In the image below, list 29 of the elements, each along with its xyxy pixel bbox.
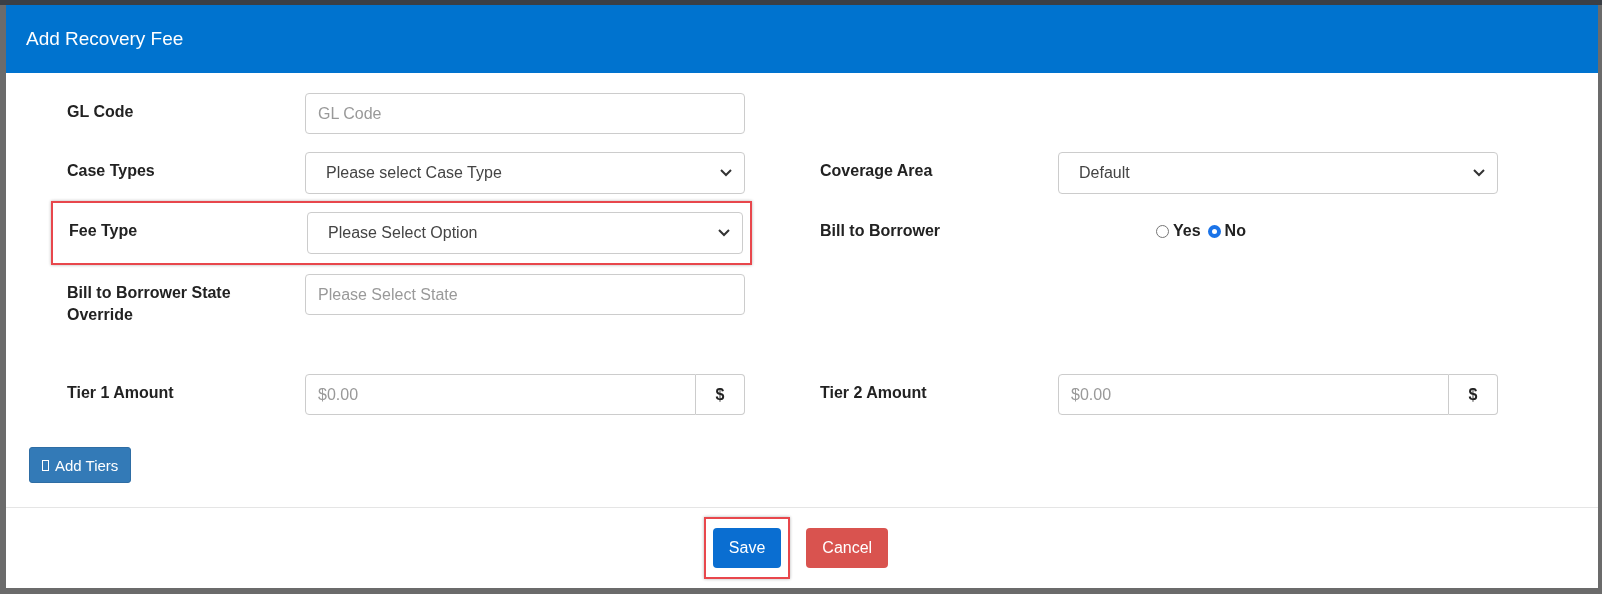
chevron-down-icon [718,229,730,237]
radio-button[interactable] [1207,224,1221,238]
field-label: Tier 1 Amount [67,383,175,403]
text-field[interactable]: Please Select State [305,274,745,315]
radio-button[interactable] [1156,224,1169,238]
field-label: Bill to Borrower [820,221,941,241]
amount-field[interactable]: $0.00 [1058,374,1449,415]
save-button[interactable]: Save [712,528,782,568]
missing-glyph-icon [42,459,49,471]
field-label: GL Code [67,102,135,122]
select-field[interactable]: Please Select Option [307,212,743,254]
amount-field[interactable]: $0.00 [305,374,696,415]
currency-addon: $ [696,374,745,415]
field-label: Case Types [67,161,156,181]
dialog-title: Add Recovery Fee [26,28,184,50]
select-field[interactable]: Default [1058,152,1498,194]
radio-label: Yes [1173,222,1201,240]
add-tiers-button[interactable]: Add Tiers [29,447,132,483]
field-label: Fee Type [69,221,139,241]
field-label: Bill to Borrower State Override [67,283,232,325]
field-label: Tier 2 Amount [820,383,928,403]
cancel-button[interactable]: Cancel [806,528,889,568]
text-field[interactable]: GL Code [305,93,745,134]
field-label: Coverage Area [820,161,934,181]
chevron-down-icon [1473,169,1485,177]
radio-label: No [1224,222,1246,240]
select-field[interactable]: Please select Case Type [305,152,745,194]
chevron-down-icon [720,169,732,177]
currency-addon: $ [1449,374,1498,415]
